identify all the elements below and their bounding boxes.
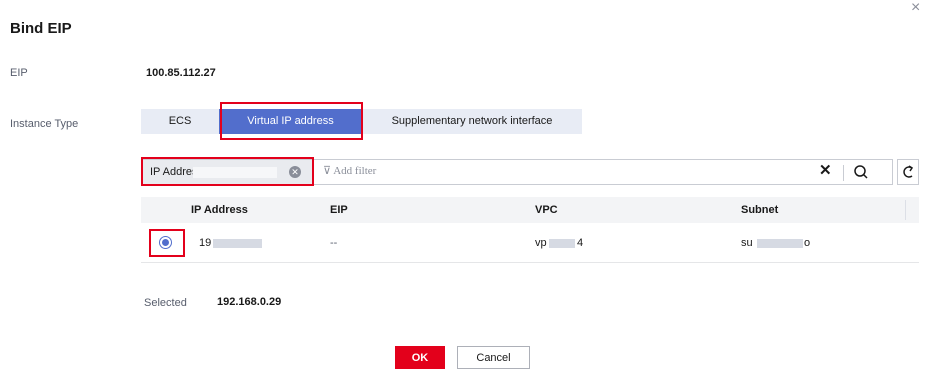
filter-divider (843, 165, 844, 181)
refresh-icon (903, 165, 914, 178)
instance-type-supplementary-nic[interactable]: Supplementary network interface (362, 109, 582, 134)
table-header (141, 197, 919, 223)
instance-type-label: Instance Type (10, 118, 79, 130)
cell-vpc-suffix: 4 (577, 237, 584, 249)
column-subnet[interactable]: Subnet (741, 204, 778, 216)
close-icon[interactable]: × (911, 0, 920, 16)
cell-subnet-prefix: su (741, 237, 753, 249)
cell-subnet-suffix: o (804, 237, 811, 249)
highlight-virtual-ip (220, 102, 363, 140)
eip-label: EIP (10, 67, 28, 79)
refresh-button[interactable] (897, 159, 919, 185)
add-filter-placeholder: Add filter (333, 165, 377, 177)
selected-value: 192.168.0.29 (217, 296, 282, 308)
highlight-radio (149, 229, 185, 257)
selected-label: Selected (144, 297, 187, 309)
column-eip[interactable]: EIP (330, 204, 348, 216)
cell-eip: -- (330, 237, 338, 249)
column-vpc[interactable]: VPC (535, 204, 558, 216)
highlight-filter-tag (141, 157, 314, 186)
search-icon[interactable] (853, 164, 869, 180)
cell-vpc-prefix: vp (535, 237, 547, 249)
dialog-title: Bind EIP (10, 20, 72, 37)
row-divider (141, 262, 919, 263)
redacted-ip (213, 239, 262, 248)
redacted-subnet (757, 239, 803, 248)
filter-funnel-icon: ⊽ (323, 165, 332, 177)
instance-type-ecs[interactable]: ECS (141, 109, 219, 134)
cancel-button[interactable]: Cancel (457, 346, 530, 369)
add-filter-input[interactable]: ⊽ Add filter (323, 164, 376, 177)
cell-ip-address: 19 (199, 237, 212, 249)
column-divider (905, 200, 906, 220)
redacted-vpc (549, 239, 575, 248)
clear-filter-icon[interactable]: ✕ (819, 161, 832, 179)
eip-value: 100.85.112.27 (146, 67, 216, 79)
ok-button[interactable]: OK (395, 346, 445, 369)
column-ip-address[interactable]: IP Address (191, 204, 248, 216)
